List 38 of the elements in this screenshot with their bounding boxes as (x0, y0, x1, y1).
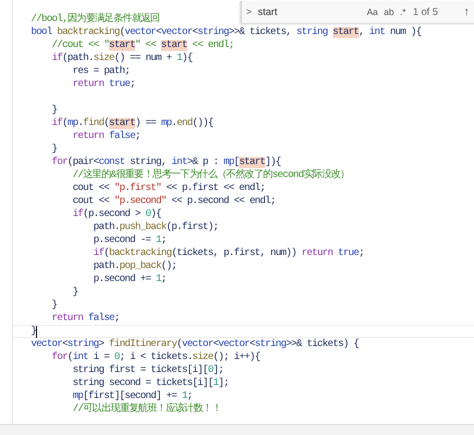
match-count: 1 of 5 (412, 6, 438, 18)
code-line: } (31, 325, 36, 338)
code-line: //cout << "start" << start << endl; (50, 39, 234, 52)
code-line: string second = tickets[i][1]; (72, 377, 229, 390)
find-field[interactable]: start (256, 6, 364, 18)
code-line: for(pair<const string, int>& p : mp[start]){ (50, 156, 281, 168)
code-line: if(mp.find(start) == mp.end()){ (50, 117, 214, 130)
code-line: if(backtracking(tickets, p.first, num)) return true; (92, 247, 364, 260)
previous-match-button[interactable]: ↑ (462, 6, 472, 18)
find-option-toggle[interactable]: Aa (364, 7, 381, 17)
code-line: string first = tickets[i][0]; (72, 364, 224, 377)
code-line: } (72, 286, 78, 299)
code-line: //bool,因为要满足条件就返回 (31, 13, 160, 26)
code-line: //这里的&很重要！思考一下为什么（不然改了的second实际没改） (72, 169, 350, 182)
code-line: path.pop_back(); (92, 260, 177, 273)
code-line: } (50, 104, 58, 117)
code-line: cout << "p.first" << p.first << endl; (72, 182, 266, 195)
code-line: path.push_back(p.first); (92, 221, 218, 234)
find-option-toggle[interactable]: .* (396, 7, 409, 17)
code-line: return false; (50, 312, 120, 325)
code-line: return false; (72, 130, 140, 143)
code-line: p.second -= 1; (92, 234, 166, 247)
code-line: return true; (72, 78, 136, 91)
code-line: if(path.size() == num + 1){ (50, 52, 192, 65)
code-line: for(int i = 0; i < tickets.size(); i++){ (50, 351, 260, 364)
expand-toggle[interactable]: > (242, 6, 256, 18)
text-cursor (36, 326, 38, 338)
code-line: bool backtracking(vector<vector<string>>& tickets, string start, int num ){ (31, 26, 422, 39)
code-line: res = path; (72, 65, 130, 78)
code-line: vector<string> findItinerary(vector<vector<string>>& tickets) { (31, 338, 359, 351)
code-line: } (50, 299, 58, 312)
code-line: mp[first][second] += 1; (72, 390, 192, 402)
code-line: p.second += 1; (92, 273, 166, 286)
code-line: if(p.second > 0){ (72, 208, 162, 221)
code-line: cout << "p.second" << p.second << endl; (72, 195, 276, 208)
code-line: } (50, 143, 58, 156)
code-line: //可以出现重复航班！应该计数！！ (72, 403, 222, 416)
find-option-toggle[interactable]: ab (380, 7, 397, 17)
